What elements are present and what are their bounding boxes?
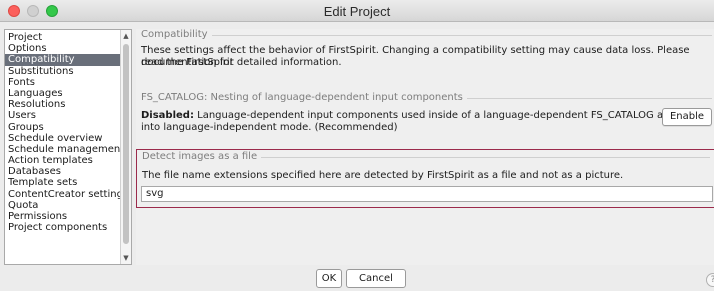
sidebar-item-action-templates[interactable]: Action templates: [5, 155, 122, 166]
scroll-down-arrow-icon[interactable]: ▼: [121, 253, 131, 263]
detect-images-section: Detect images as a file The file name ex…: [136, 149, 714, 208]
scrollbar-thumb[interactable]: [123, 44, 129, 244]
fs-catalog-status: Disabled:: [141, 110, 194, 121]
detect-images-description: The file name extensions specified here …: [142, 170, 624, 181]
sidebar-item-contentcreator-settings[interactable]: ContentCreator settings: [5, 189, 122, 200]
window-title: Edit Project: [323, 4, 391, 19]
sidebar-item-resolutions[interactable]: Resolutions: [5, 99, 122, 110]
sidebar-item-options[interactable]: Options: [5, 43, 122, 54]
enable-button[interactable]: Enable: [662, 108, 712, 126]
compatibility-description-line2: documentation for detailed information.: [141, 57, 342, 68]
edit-project-window: Edit Project Project Options Compatibility…: [0, 0, 714, 291]
sidebar-item-substitutions[interactable]: Substitutions: [5, 66, 122, 77]
sidebar-item-fonts[interactable]: Fonts: [5, 77, 122, 88]
compatibility-heading: Compatibility: [141, 29, 212, 40]
sidebar-scrollbar[interactable]: ▲ ▼: [120, 30, 131, 264]
sidebar-item-project-components[interactable]: Project components: [5, 222, 122, 233]
sidebar-item-users[interactable]: Users: [5, 110, 122, 121]
sidebar-item-permissions[interactable]: Permissions: [5, 211, 122, 222]
sidebar-item-quota[interactable]: Quota: [5, 200, 122, 211]
scroll-up-arrow-icon[interactable]: ▲: [121, 31, 131, 41]
detect-images-heading: Detect images as a file: [142, 151, 262, 162]
sidebar-item-schedule-management[interactable]: Schedule management: [5, 144, 122, 155]
sidebar-item-groups[interactable]: Groups: [5, 122, 122, 133]
sidebar-item-languages[interactable]: Languages: [5, 88, 122, 99]
help-icon[interactable]: ?: [706, 273, 714, 287]
dialog-footer: OK Cancel ?: [0, 268, 714, 291]
settings-panel: Compatibility These settings affect the …: [136, 29, 714, 265]
cancel-button[interactable]: Cancel: [346, 269, 406, 288]
sidebar-item-databases[interactable]: Databases: [5, 166, 122, 177]
ok-button[interactable]: OK: [316, 269, 342, 288]
sidebar-item-project[interactable]: Project: [5, 32, 122, 43]
fs-catalog-description-line2: into language-independent mode. (Recomme…: [141, 122, 398, 133]
sidebar-item-schedule-overview[interactable]: Schedule overview: [5, 133, 122, 144]
title-bar[interactable]: Edit Project: [0, 0, 714, 22]
settings-category-list[interactable]: Project Options Compatibility Substitutions…: [4, 29, 132, 265]
compatibility-divider: [141, 35, 712, 36]
fs-catalog-heading: FS_CATALOG: Nesting of language-dependen…: [141, 92, 467, 103]
fs-catalog-description-text: Language-dependent input components used…: [193, 110, 708, 121]
sidebar-item-compatibility[interactable]: Compatibility: [5, 54, 122, 66]
sidebar-item-template-sets[interactable]: Template sets: [5, 177, 122, 188]
fs-catalog-description-line1: Disabled: Language-dependent input compo…: [141, 110, 708, 122]
sidebar-items: Project Options Compatibility Substitutions…: [5, 32, 122, 233]
file-extensions-input[interactable]: svg: [141, 186, 713, 202]
